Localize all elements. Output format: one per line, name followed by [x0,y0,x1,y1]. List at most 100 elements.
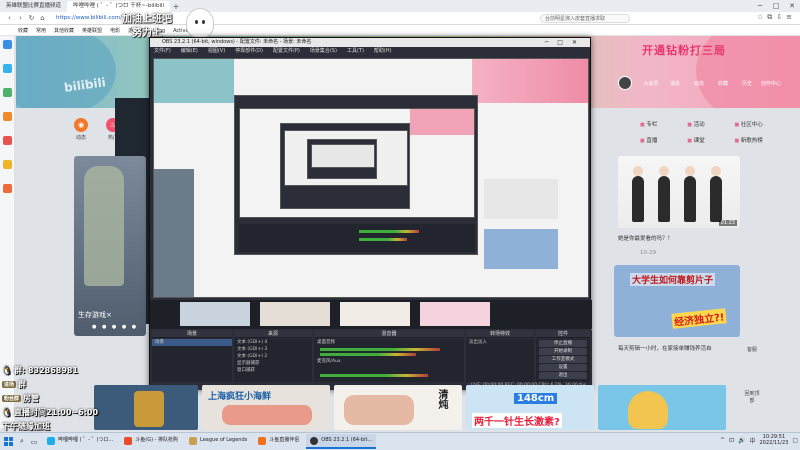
taskbar-search-icon[interactable]: ⌕ [16,437,28,446]
video-thumbnail[interactable]: 上海疯狂小海鲜 [202,385,330,430]
video-thumbnail[interactable]: 148cm 两千一针生长激素? [466,385,594,430]
start-button[interactable] [0,434,16,450]
subnav-dynamics[interactable]: ◉ 动态 [70,118,92,141]
taskbar-app[interactable]: League of Legends [185,434,251,449]
obs-menu-item[interactable]: 文件(F) [154,47,171,56]
back-to-top-button[interactable]: 回到顶部 [743,390,761,404]
taskbar-app[interactable]: 哔哩哔哩 ( ゜- ゜)つロ... [43,434,117,449]
task-view-icon[interactable]: ▭ [28,438,40,446]
video-card-title[interactable]: 她是你最爱看的吗？！ [618,234,673,242]
taskbar-clock[interactable]: 10:29:51 2022/11/23 [760,434,789,446]
desktop-audio-meter [320,348,440,351]
user-avatar[interactable] [618,76,632,90]
back-icon[interactable]: ‹ [4,14,15,22]
video-thumbnail[interactable] [598,385,726,430]
downloads-icon[interactable] [3,88,12,97]
customer-service-button[interactable]: 客服 [743,346,761,353]
taskbar-app[interactable]: 斗鱼(G) - 排队抢购 [120,434,182,449]
url-field[interactable]: https://www.bilibili.com/ [56,15,122,21]
studio-mode-button[interactable]: 工作室模式 [539,356,587,363]
app-icon[interactable] [3,184,12,193]
obs-menu-item[interactable]: 工具(T) [347,47,364,56]
source-item[interactable]: 显示器捕获 [234,360,312,367]
bookmark-item[interactable]: 常用 [36,27,46,34]
transition-select[interactable]: 淡出淡入 [466,339,534,346]
forward-icon[interactable]: › [15,14,26,22]
video-card-caption[interactable]: 每天剪辑一小时，在家接单赚钱养活自 [618,344,712,352]
stop-streaming-button[interactable]: 停止直播 [539,340,587,347]
extension-icon[interactable]: ⧉ [767,13,772,22]
scenes-list[interactable]: 场景 [152,339,232,383]
right-link[interactable]: 专栏 [640,120,685,128]
taskbar-app[interactable]: 斗鱼直播伴侣 [254,434,303,449]
exit-button[interactable]: 退出 [539,372,587,379]
bookmark-item[interactable]: 其他收藏 [54,27,74,34]
browser-tab[interactable]: 英雄联盟比赛直播频道 [0,1,67,12]
right-link[interactable]: 课堂 [687,136,732,144]
notification-icon[interactable]: ▢ [792,437,798,444]
refresh-icon[interactable]: ↻ [26,14,37,22]
right-link[interactable]: 活动 [687,120,732,128]
right-link[interactable]: 新歌热榜 [734,136,779,144]
bookmark-item[interactable]: 收藏 [18,27,28,34]
transitions-panel[interactable]: 淡出淡入 [466,339,534,383]
browser-search-input[interactable]: 台前明星演入皮套直播求取 [540,14,630,23]
source-item[interactable]: 窗口捕获 [234,367,312,374]
obs-menu-item[interactable]: 停靠部件(D) [235,47,263,56]
taskbar-app-active[interactable]: OBS 23.2.1 (64-bit... [306,434,377,449]
close-icon[interactable]: ✕ [784,0,800,12]
sources-list[interactable]: 文本 (GDI+) 4 文本 (GDI+) 3 文本 (GDI+) 2 显示器捕… [234,339,312,383]
game-icon[interactable] [3,112,12,121]
bookmarks-bar: 收藏 常用 其他收藏 英雄联盟 电影 游戏直播 - Leag ActiveS精品… [0,25,800,36]
source-item[interactable]: 文本 (GDI+) 2 [234,353,312,360]
maximize-icon[interactable]: □ [768,0,784,12]
menu-icon[interactable]: ≡ [786,13,792,22]
promo-banner-text[interactable]: 开通钻粉打三局 [642,42,726,58]
obs-menu-item[interactable]: 场景集合(S) [310,47,337,56]
video-thumbnail[interactable]: 清炖 [334,385,462,430]
carousel-dots[interactable]: ● ● ● ● ● [92,324,138,330]
source-item[interactable]: 文本 (GDI+) 4 [234,339,312,346]
captured-banner-small [410,109,474,135]
bookmark-item[interactable]: 英雄联盟 [82,27,102,34]
history-icon[interactable] [3,64,12,73]
audio-mixer[interactable]: 桌面音频 麦克风/Aux [314,339,464,383]
header-link-history[interactable]: 历史 [736,80,758,87]
favorites-icon[interactable] [3,40,12,49]
header-link-messages[interactable]: 消息 [664,80,686,87]
right-link[interactable]: 直播 [640,136,685,144]
download-icon[interactable]: ⇩ [776,13,782,22]
scene-item[interactable]: 场景 [152,339,232,346]
header-link-creator[interactable]: 创作中心 [760,80,782,87]
game-promo-tile[interactable]: 生存游戏× ● ● ● ● ● [74,156,146,336]
obs-dock-area: 场景 场景 来源 文本 (GDI+) 4 文本 (GDI+) 3 文本 (GDI… [150,330,592,390]
header-link-favorites[interactable]: 收藏 [712,80,734,87]
home-icon[interactable]: ⌂ [37,14,48,22]
obs-menu-item[interactable]: 视图(V) [208,47,225,56]
obs-titlebar[interactable]: OBS 23.2.1 (64-bit, windows) - 配置文件: 未命名… [150,38,590,47]
video-card-dance[interactable]: 01:23 [618,156,740,228]
header-link-dynamics[interactable]: 动态 [688,80,710,87]
right-link[interactable]: 社区中心 [734,120,779,128]
obs-window-controls[interactable]: ─□✕ [545,38,586,47]
start-recording-button[interactable]: 开始录制 [539,348,587,355]
obs-menu-item[interactable]: 帮助(H) [374,47,392,56]
video-card-student[interactable]: 大学生如何靠剪片子 经济独立?! [614,265,740,337]
header-link-vip[interactable]: 大会员 [640,80,662,87]
minimize-icon[interactable]: ─ [752,0,768,12]
obs-preview-canvas[interactable] [153,58,589,298]
obs-menu-item[interactable]: 配置文件(P) [273,47,300,56]
network-icon[interactable]: ⊡ [729,437,734,444]
star-icon[interactable]: ☆ [757,13,763,22]
source-item[interactable]: 文本 (GDI+) 3 [234,346,312,353]
mail-icon[interactable] [3,160,12,169]
volume-icon[interactable]: 🔊 [738,437,745,444]
ime-icon[interactable]: 中 [749,436,755,445]
settings-button[interactable]: 设置 [539,364,587,371]
fans-line: 粉丝群 房管 [2,392,39,404]
tray-chevron-icon[interactable]: ^ [720,437,725,444]
obs-menu-item[interactable]: 编辑(E) [181,47,198,56]
video-icon[interactable] [3,136,12,145]
bookmark-item[interactable]: 电影 [110,27,120,34]
video-thumbnail[interactable] [94,385,198,430]
